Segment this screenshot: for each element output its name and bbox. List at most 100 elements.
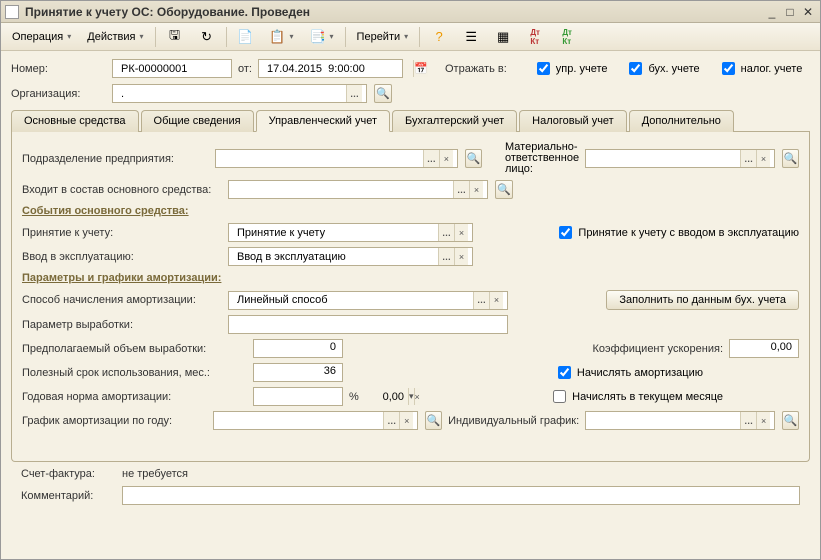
close-button[interactable]: ✕ xyxy=(800,5,816,19)
division-input[interactable]: … × xyxy=(215,149,458,168)
operation-menu[interactable]: Операция xyxy=(5,28,78,46)
fill-from-accounting-button[interactable]: Заполнить по данным бух. учета xyxy=(606,290,799,310)
life-label: Полезный срок использования, мес.: xyxy=(22,367,247,379)
part-of-label: Входит в состав основного средства: xyxy=(22,184,222,196)
clear-icon[interactable]: × xyxy=(414,388,420,405)
clear-icon[interactable]: × xyxy=(469,181,483,198)
division-label: Подразделение предприятия: xyxy=(22,153,209,165)
app-icon xyxy=(5,5,19,19)
indiv-sched-input[interactable]: … × xyxy=(585,411,775,430)
dots-icon[interactable]: … xyxy=(473,292,489,309)
clear-icon[interactable]: × xyxy=(399,412,413,429)
dots-icon[interactable]: … xyxy=(740,150,756,167)
from-label: от: xyxy=(238,63,252,75)
mol-label: Материально-ответственноелицо: xyxy=(505,142,579,175)
actions-menu[interactable]: Действия xyxy=(80,28,150,46)
org-lookup-button[interactable]: 🔍 xyxy=(374,84,392,103)
rate-input[interactable]: ▾ × xyxy=(253,387,343,406)
method-input[interactable]: … × xyxy=(228,291,508,310)
org-input[interactable]: … xyxy=(112,84,367,103)
clear-icon[interactable]: × xyxy=(454,224,468,241)
invoice-label: Счет-фактура: xyxy=(21,468,116,480)
tab-additional[interactable]: Дополнительно xyxy=(629,110,734,132)
titlebar: Принятие к учету ОС: Оборудование. Прове… xyxy=(1,1,820,23)
life-input[interactable] xyxy=(253,363,343,382)
param-label: Параметр выработки: xyxy=(22,319,222,331)
post-button[interactable]: 🖫 xyxy=(160,26,190,48)
goto-menu[interactable]: Перейти xyxy=(350,28,416,46)
indiv-sched-label: Индивидуальный график: xyxy=(448,415,579,427)
year-sched-input[interactable]: … × xyxy=(213,411,418,430)
tab-bar: Основные средства Общие сведения Управле… xyxy=(11,109,810,132)
dtkt2-button[interactable]: ДтКт xyxy=(552,26,582,48)
magnifier-icon: 🔍 xyxy=(376,87,390,100)
help-button[interactable]: ? xyxy=(424,26,454,48)
dots-icon[interactable]: … xyxy=(438,224,454,241)
clear-icon[interactable]: × xyxy=(489,292,503,309)
year-sched-label: График амортизации по году: xyxy=(22,415,207,427)
org-label: Организация: xyxy=(11,88,106,100)
number-label: Номер: xyxy=(11,63,106,75)
rate-label: Годовая норма амортизации: xyxy=(22,391,247,403)
dots-icon[interactable]: … xyxy=(740,412,756,429)
minimize-button[interactable]: _ xyxy=(764,5,780,19)
amort-section-title: Параметры и графики амортизации: xyxy=(22,272,799,284)
date-input[interactable]: 📅 xyxy=(258,59,403,78)
clear-icon[interactable]: × xyxy=(756,412,770,429)
calendar-icon[interactable]: 📅 xyxy=(413,60,428,77)
tab-tax[interactable]: Налоговый учет xyxy=(519,110,627,132)
year-sched-lookup-button[interactable]: 🔍 xyxy=(425,411,442,430)
dots-icon[interactable]: … xyxy=(423,150,439,167)
dots-icon[interactable]: … xyxy=(383,412,399,429)
tab-general[interactable]: Общие сведения xyxy=(141,110,254,132)
tab-assets[interactable]: Основные средства xyxy=(11,110,139,132)
indiv-sched-lookup-button[interactable]: 🔍 xyxy=(782,411,799,430)
accept-input[interactable]: … × xyxy=(228,223,473,242)
volume-input[interactable] xyxy=(253,339,343,358)
copy-icon: 📋 xyxy=(270,29,286,45)
current-month-checkbox[interactable]: Начислять в текущем месяце xyxy=(549,387,723,406)
tab-pane: Подразделение предприятия: … × 🔍 Материа… xyxy=(11,132,810,462)
buh-checkbox[interactable]: бух. учете xyxy=(625,59,699,78)
comment-input[interactable] xyxy=(122,486,800,505)
toolbar: Операция Действия 🖫 ↻ 📄 📋 📑 Перейти ? ☰ … xyxy=(1,23,820,51)
dots-icon[interactable]: … xyxy=(453,181,469,198)
copy-menu[interactable]: 📋 xyxy=(263,26,301,48)
commission-input[interactable]: … × xyxy=(228,247,473,266)
tab-accounting[interactable]: Бухгалтерский учет xyxy=(392,110,517,132)
dots-icon[interactable]: … xyxy=(438,248,454,265)
dots-icon[interactable]: … xyxy=(346,85,362,102)
form-icon: ☰ xyxy=(463,29,479,45)
mol-input[interactable]: … × xyxy=(585,149,775,168)
comment-label: Комментарий: xyxy=(21,490,116,502)
commission-checkbox[interactable]: Принятие к учету с вводом в эксплуатацию xyxy=(555,223,799,242)
part-of-lookup-button[interactable]: 🔍 xyxy=(495,180,513,199)
mol-lookup-button[interactable]: 🔍 xyxy=(782,149,799,168)
coef-label: Коэффициент ускорения: xyxy=(592,343,723,355)
tab-management[interactable]: Управленческий учет xyxy=(256,110,390,132)
post-icon: 🖫 xyxy=(167,29,183,45)
commission-label: Ввод в эксплуатацию: xyxy=(22,251,222,263)
calc-amort-checkbox[interactable]: Начислять амортизацию xyxy=(554,363,703,382)
division-lookup-button[interactable]: 🔍 xyxy=(465,149,482,168)
dt-kt-button[interactable]: 📄 xyxy=(231,26,261,48)
number-input[interactable] xyxy=(112,59,232,78)
form-button[interactable]: ☰ xyxy=(456,26,486,48)
clear-icon[interactable]: × xyxy=(454,248,468,265)
upr-checkbox[interactable]: упр. учете xyxy=(533,59,608,78)
window-title: Принятие к учету ОС: Оборудование. Прове… xyxy=(25,5,764,19)
method-label: Способ начисления амортизации: xyxy=(22,294,222,306)
refresh-button[interactable]: ↻ xyxy=(192,26,222,48)
param-input[interactable] xyxy=(228,315,508,334)
events-section-title: События основного средства: xyxy=(22,205,799,217)
based-on-menu[interactable]: 📑 xyxy=(303,26,341,48)
dtkt1-button[interactable]: ДтКт xyxy=(520,26,550,48)
clear-icon[interactable]: × xyxy=(439,150,453,167)
coef-input[interactable] xyxy=(729,339,799,358)
part-of-input[interactable]: … × xyxy=(228,180,488,199)
struct-button[interactable]: ▦ xyxy=(488,26,518,48)
clear-icon[interactable]: × xyxy=(756,150,770,167)
maximize-button[interactable]: □ xyxy=(782,5,798,19)
nal-checkbox[interactable]: налог. учете xyxy=(718,59,803,78)
invoice-value: не требуется xyxy=(122,468,188,480)
